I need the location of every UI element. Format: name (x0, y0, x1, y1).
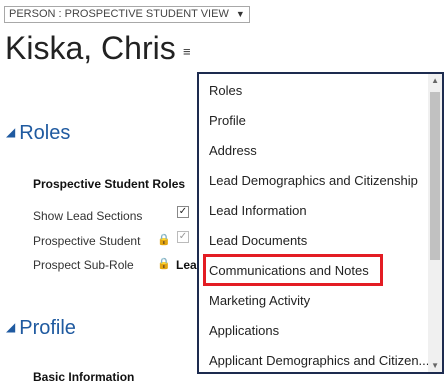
menu-item-marketing-activity[interactable]: Marketing Activity (209, 286, 429, 316)
menu-item-lead-information[interactable]: Lead Information (209, 196, 429, 226)
section-header-roles[interactable]: ◢ Roles (6, 122, 70, 145)
scroll-down-arrow-icon[interactable]: ▼ (431, 361, 439, 370)
navigation-menu-icon[interactable]: ≡ (183, 45, 197, 58)
menu-item-lead-documents[interactable]: Lead Documents (209, 226, 429, 256)
check-icon: ✓ (178, 206, 188, 217)
menu-item-applications[interactable]: Applications (209, 316, 429, 346)
chevron-down-icon: ▼ (235, 9, 245, 19)
field-label-prospect-sub-role: Prospect Sub-Role (33, 258, 134, 272)
menu-item-roles[interactable]: Roles (209, 76, 429, 106)
prospective-student-checkbox: ✓ (177, 231, 189, 243)
show-lead-sections-checkbox[interactable]: ✓ (177, 206, 189, 218)
record-title: Kiska, Chris (5, 30, 176, 66)
field-label-show-lead-sections: Show Lead Sections (33, 209, 143, 223)
menu-item-address[interactable]: Address (209, 136, 429, 166)
scroll-up-arrow-icon[interactable]: ▲ (431, 76, 439, 85)
menu-scrollbar-thumb[interactable] (430, 92, 440, 260)
section-title-profile: Profile (19, 317, 76, 339)
menu-item-applicant-demographics[interactable]: Applicant Demographics and Citizen... (209, 346, 429, 372)
form-selector-dropdown[interactable]: PERSON : PROSPECTIVE STUDENT VIEW ▼ (4, 6, 250, 23)
section-subheading: Basic Information (33, 370, 135, 384)
section-header-profile[interactable]: ◢ Profile (6, 317, 76, 340)
lock-icon: 🔒 (157, 258, 171, 270)
check-icon: ✓ (178, 231, 188, 242)
section-title-roles: Roles (19, 122, 71, 144)
field-label-prospective-student: Prospective Student (33, 234, 141, 248)
collapse-triangle-icon: ◢ (6, 320, 16, 334)
collapse-triangle-icon: ◢ (6, 125, 16, 139)
menu-item-lead-demographics[interactable]: Lead Demographics and Citizenship (209, 166, 429, 196)
section-subheading: Prospective Student Roles (33, 177, 186, 191)
menu-item-communications-notes[interactable]: Communications and Notes (209, 256, 429, 286)
menu-item-profile[interactable]: Profile (209, 106, 429, 136)
lock-icon: 🔒 (157, 234, 171, 246)
navigation-dropdown-menu: Roles Profile Address Lead Demographics … (197, 72, 444, 374)
form-selector-label: PERSON : PROSPECTIVE STUDENT VIEW (9, 8, 229, 20)
